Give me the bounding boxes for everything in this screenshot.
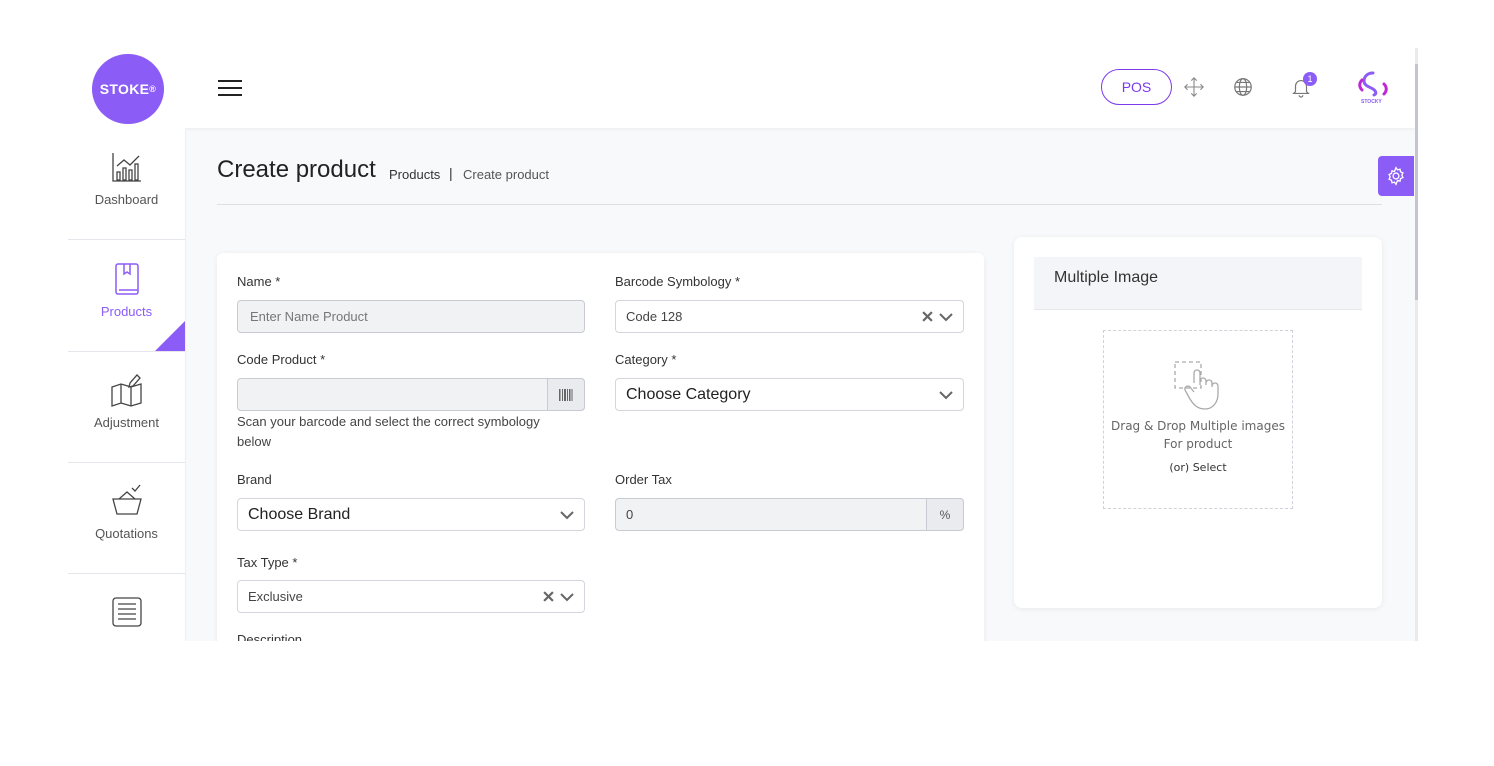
- receipt-icon: [111, 597, 142, 627]
- breadcrumb-products[interactable]: Products: [389, 167, 440, 182]
- image-dropzone[interactable]: Drag & Drop Multiple images For product …: [1103, 330, 1293, 509]
- brand-value: Choose Brand: [248, 505, 351, 523]
- category-value: Choose Category: [626, 385, 751, 403]
- top-header: STOKE ® POS 1 STOCKY: [68, 48, 1415, 128]
- app-window: STOKE ® POS 1 STOCKY Dashboard Products …: [68, 48, 1418, 641]
- pos-button[interactable]: POS: [1101, 69, 1172, 105]
- breadcrumb-current: Create product: [463, 167, 549, 182]
- code-product-input[interactable]: [248, 386, 574, 403]
- logo-text: STOKE: [99, 81, 150, 97]
- active-indicator: [155, 321, 185, 351]
- fullscreen-icon[interactable]: [1183, 76, 1205, 98]
- product-form-card: Name * Barcode Symbology * Code 128 Code…: [217, 253, 984, 641]
- dropzone-select[interactable]: (or) Select: [1104, 461, 1292, 474]
- page-title: Create product: [217, 156, 376, 183]
- divider: [217, 204, 1382, 205]
- name-field[interactable]: [237, 300, 585, 333]
- gear-icon: [1388, 166, 1404, 186]
- barcode-generate-button[interactable]: [547, 378, 585, 411]
- code-product-hint: Scan your barcode and select the correct…: [237, 414, 540, 449]
- image-card-header: Multiple Image: [1034, 257, 1362, 310]
- globe-icon[interactable]: [1232, 76, 1254, 98]
- scrollbar-thumb[interactable]: [1415, 64, 1418, 300]
- sidebar-item-products[interactable]: Products: [68, 240, 185, 352]
- chevron-down-icon[interactable]: [939, 390, 953, 400]
- dropzone-text: Drag & Drop Multiple images For product: [1111, 419, 1285, 451]
- barcode-symbology-select[interactable]: Code 128: [615, 300, 964, 333]
- book-icon: [114, 263, 139, 295]
- tax-type-select[interactable]: Exclusive: [237, 580, 585, 613]
- multiple-image-card: Multiple Image Drag & Drop Multiple imag…: [1014, 237, 1382, 608]
- menu-icon[interactable]: [218, 80, 242, 98]
- code-product-label: Code Product *: [237, 352, 326, 367]
- logo-mark: ®: [149, 84, 157, 94]
- drag-hand-icon: [1174, 361, 1219, 410]
- category-select[interactable]: Choose Category: [615, 378, 964, 411]
- settings-button[interactable]: [1378, 156, 1414, 196]
- clear-icon[interactable]: [922, 311, 933, 322]
- chevron-down-icon[interactable]: [560, 592, 574, 602]
- tax-type-label: Tax Type *: [237, 555, 298, 570]
- name-label: Name *: [237, 274, 281, 289]
- map-edit-icon: [110, 374, 142, 407]
- brand-select[interactable]: Choose Brand: [237, 498, 585, 531]
- image-card-title: Multiple Image: [1054, 269, 1159, 286]
- logo[interactable]: STOKE ®: [92, 54, 164, 124]
- order-tax-label: Order Tax: [615, 472, 672, 487]
- sidebar-item-quotations[interactable]: Quotations: [68, 462, 185, 574]
- order-tax-field[interactable]: 0 %: [615, 498, 964, 531]
- order-tax-suffix: %: [926, 498, 964, 531]
- breadcrumb-separator: |: [449, 165, 453, 181]
- sidebar-item-label: Quotations: [95, 526, 158, 541]
- barcode-icon: [559, 388, 573, 401]
- tax-type-value: Exclusive: [248, 589, 303, 604]
- sidebar-item-label: Adjustment: [93, 415, 160, 430]
- description-label: Description: [237, 632, 303, 641]
- sidebar-item-dashboard[interactable]: Dashboard: [68, 128, 185, 240]
- chevron-down-icon[interactable]: [939, 312, 953, 322]
- avatar-text: STOCKY: [1361, 99, 1382, 105]
- barcode-symbology-value: Code 128: [626, 309, 683, 324]
- notification-badge: 1: [1303, 72, 1317, 86]
- category-label: Category *: [615, 352, 677, 367]
- chevron-down-icon[interactable]: [560, 510, 574, 520]
- chart-icon: [111, 153, 141, 182]
- sidebar: Dashboard Products Adjustment Quotations: [68, 128, 186, 641]
- sidebar-item-adjustment[interactable]: Adjustment: [68, 351, 185, 463]
- sidebar-item-label: Products: [100, 304, 153, 319]
- order-tax-value[interactable]: 0: [626, 507, 953, 522]
- page-scrollbar[interactable]: [1415, 48, 1418, 641]
- brand-label: Brand: [237, 472, 272, 487]
- sidebar-item-label: Dashboard: [94, 192, 159, 207]
- name-input[interactable]: [248, 308, 574, 325]
- sidebar-item-receipt[interactable]: [68, 573, 185, 641]
- clear-icon[interactable]: [543, 591, 554, 602]
- basket-icon: [111, 484, 142, 515]
- barcode-symbology-label: Barcode Symbology *: [615, 274, 741, 289]
- code-product-field[interactable]: [237, 378, 585, 411]
